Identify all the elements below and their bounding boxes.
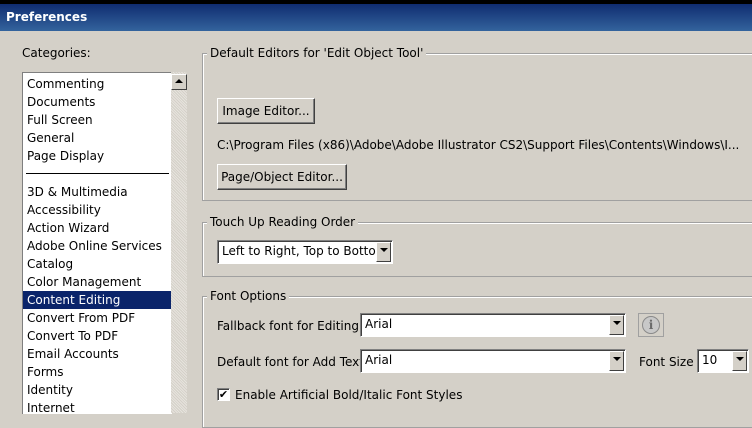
categories-list[interactable]: Commenting Documents Full Screen General Pag… bbox=[22, 72, 172, 414]
font-size-label: Font Size bbox=[639, 355, 694, 369]
categories-label: Categories: bbox=[22, 46, 91, 60]
default-font-value: Arial bbox=[365, 353, 393, 367]
fallback-font-label: Fallback font for Editing bbox=[217, 319, 359, 333]
categories-scrollbar[interactable] bbox=[171, 72, 187, 413]
category-item[interactable]: Forms bbox=[23, 363, 172, 381]
page-object-editor-button[interactable]: Page/Object Editor... bbox=[217, 164, 347, 190]
fallback-font-value: Arial bbox=[365, 317, 393, 331]
category-item[interactable]: Commenting bbox=[23, 75, 172, 93]
category-item[interactable]: Documents bbox=[23, 93, 172, 111]
category-item[interactable]: Full Screen bbox=[23, 111, 172, 129]
category-item[interactable]: Catalog bbox=[23, 255, 172, 273]
default-font-select[interactable]: Arial bbox=[360, 349, 626, 373]
window-title: Preferences bbox=[6, 10, 88, 24]
font-size-dropdown-button[interactable] bbox=[732, 351, 747, 371]
category-item[interactable]: Color Management bbox=[23, 273, 172, 291]
category-item[interactable]: Identity bbox=[23, 381, 172, 399]
default-editors-legend: Default Editors for 'Edit Object Tool' bbox=[207, 46, 427, 60]
category-item[interactable]: General bbox=[23, 129, 172, 147]
category-item[interactable]: Action Wizard bbox=[23, 219, 172, 237]
chevron-down-icon bbox=[736, 357, 744, 361]
category-item[interactable]: Content Editing bbox=[23, 291, 172, 309]
category-item[interactable]: Internet bbox=[23, 399, 172, 414]
check-icon: ✔ bbox=[218, 388, 229, 401]
reading-order-select[interactable]: Left to Right, Top to Bottom bbox=[217, 240, 393, 264]
default-font-dropdown-button[interactable] bbox=[609, 351, 624, 371]
category-item[interactable]: 3D & Multimedia bbox=[23, 183, 172, 201]
artificial-styles-label[interactable]: Enable Artificial Bold/Italic Font Style… bbox=[235, 388, 462, 402]
fallback-font-dropdown-button[interactable] bbox=[609, 315, 624, 335]
scroll-up-button[interactable] bbox=[171, 74, 187, 90]
category-item[interactable]: Adobe Online Services bbox=[23, 237, 172, 255]
image-editor-path: C:\Program Files (x86)\Adobe\Adobe Illus… bbox=[217, 138, 740, 152]
chevron-up-icon bbox=[175, 79, 183, 83]
category-item[interactable]: Convert To PDF bbox=[23, 327, 172, 345]
reading-order-dropdown-button[interactable] bbox=[376, 242, 391, 262]
image-editor-button[interactable]: Image Editor... bbox=[217, 98, 315, 124]
chevron-down-icon bbox=[613, 357, 621, 361]
category-item[interactable]: Email Accounts bbox=[23, 345, 172, 363]
category-item[interactable]: Accessibility bbox=[23, 201, 172, 219]
font-size-value: 10 bbox=[702, 353, 718, 367]
chevron-down-icon bbox=[380, 248, 388, 252]
category-item[interactable]: Convert From PDF bbox=[23, 309, 172, 327]
reading-order-legend: Touch Up Reading Order bbox=[207, 215, 359, 229]
fallback-font-select[interactable]: Arial bbox=[360, 313, 626, 337]
default-font-label: Default font for Add Text bbox=[217, 355, 364, 369]
info-icon: i bbox=[642, 316, 660, 334]
chevron-down-icon bbox=[613, 321, 621, 325]
reading-order-value: Left to Right, Top to Bottom bbox=[222, 244, 388, 258]
category-item[interactable]: Page Display bbox=[23, 147, 172, 165]
artificial-styles-checkbox[interactable]: ✔ bbox=[217, 388, 230, 401]
font-options-legend: Font Options bbox=[207, 289, 290, 303]
font-size-select[interactable]: 10 bbox=[697, 349, 749, 373]
category-separator bbox=[26, 173, 169, 174]
title-bar-edge bbox=[0, 0, 752, 4]
info-button[interactable]: i bbox=[638, 313, 664, 337]
